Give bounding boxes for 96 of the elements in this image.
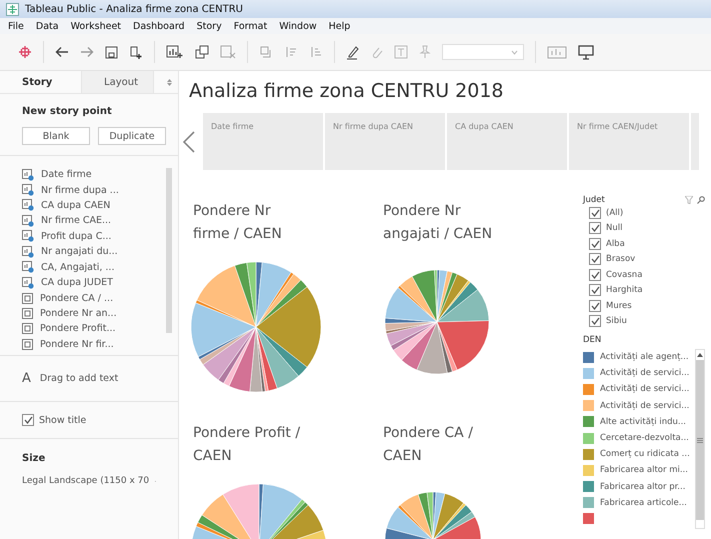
duplicate-icon[interactable] (195, 45, 209, 59)
checkbox[interactable] (589, 253, 601, 266)
story-point-button[interactable]: Blank (22, 127, 90, 145)
menu-item[interactable]: Help (328, 20, 350, 32)
checkbox[interactable] (589, 238, 601, 250)
checkbox-label: Harghita (606, 285, 643, 296)
filter-title: Judet (583, 195, 606, 205)
legend-label: Fabricarea altor mi... (600, 465, 688, 476)
dropdown-field[interactable] (442, 44, 524, 60)
story-point-button[interactable]: Duplicate (98, 127, 166, 145)
checkbox-label: Null (606, 223, 622, 234)
checkbox[interactable] (589, 268, 601, 281)
legend-label: Fabricarea altor pr... (600, 482, 686, 492)
tableau-logo-icon[interactable] (18, 45, 32, 59)
checkbox-label: Show title (39, 414, 86, 426)
chart-title: Pondere Nr firme / CAEN (193, 202, 283, 244)
sheet-item[interactable]: Pondere Nr fir... (22, 338, 166, 351)
story-title: Analiza firme zona CENTRU 2018 (189, 80, 504, 104)
sheet-item[interactable]: Pondere Profit... (22, 322, 166, 336)
checkbox[interactable] (589, 300, 601, 312)
panel-tab[interactable]: Layout (82, 71, 154, 93)
checkbox-label: Alba (606, 238, 625, 249)
add-data-source-icon[interactable] (129, 44, 143, 60)
menu-item[interactable]: Dashboard (133, 20, 185, 32)
grip-icon (697, 438, 703, 442)
dashboard-icon (22, 338, 33, 350)
sheet-item[interactable]: Nr firme dupa ... (22, 183, 166, 197)
scrollbar[interactable] (695, 349, 705, 529)
menu-item[interactable]: File (8, 20, 24, 32)
drag-text-label[interactable]: Drag to add text (40, 373, 118, 384)
worksheet-icon (22, 168, 34, 181)
save-icon[interactable] (105, 46, 118, 58)
menu-item[interactable]: Window (279, 20, 317, 32)
presentation-icon[interactable] (578, 44, 594, 60)
legend-label: Activități de servici... (600, 368, 690, 378)
worksheet-icon (22, 276, 34, 289)
checkbox[interactable] (589, 222, 601, 234)
scroll-up-icon[interactable] (697, 353, 703, 357)
worksheet-icon (22, 230, 34, 242)
sheet-item[interactable]: Pondere CA / ... (22, 292, 166, 305)
dashboard-icon (22, 308, 33, 319)
checkbox[interactable] (22, 414, 34, 426)
checkbox[interactable] (589, 284, 601, 296)
size-dropdown[interactable]: Legal Landscape (1150 x 70 (22, 476, 156, 486)
worksheet-icon (22, 261, 34, 274)
checkbox-label: Brasov (606, 254, 636, 264)
worksheet-icon (22, 199, 34, 212)
app-logo-icon (6, 2, 19, 16)
legend-label: Fabricarea articole... (600, 498, 687, 508)
worksheet-icon (22, 184, 34, 196)
legend-label: Activități de servici... (600, 400, 690, 411)
menu-item[interactable]: Data (36, 20, 59, 32)
back-arrow-icon[interactable] (55, 46, 69, 58)
checkbox-label: Sibiu (606, 316, 627, 326)
menu-item[interactable]: Story (196, 20, 222, 32)
checkbox[interactable] (589, 206, 601, 219)
sheet-item[interactable]: CA, Angajati, ... (22, 260, 166, 274)
window-title: Tableau Public - Analiza firme zona CENTRU (25, 4, 243, 14)
sheet-item[interactable]: CA dupa CAEN (22, 198, 166, 212)
legend-title: DEN (583, 335, 602, 347)
color-swatch (583, 513, 594, 524)
pen-icon[interactable] (346, 44, 360, 60)
caret-icon (511, 50, 518, 54)
sheet-item[interactable]: CA dupa JUDET (22, 276, 166, 290)
legend-label: Activități ale agenț... (600, 352, 689, 362)
new-worksheet-icon[interactable] (166, 45, 184, 59)
sheet-item[interactable]: Nr firme CAE... (22, 214, 166, 228)
chart-title: Pondere Profit / CAEN (193, 424, 302, 466)
dashboard-icon (22, 323, 33, 334)
chart-title: Pondere Nr angajati / CAEN (383, 202, 494, 244)
sheet-item[interactable]: Pondere Nr an... (22, 306, 166, 320)
checkbox-label: (All) (606, 208, 624, 218)
search-icon[interactable] (697, 196, 705, 204)
sheet-item[interactable]: Nr angajati du... (22, 245, 166, 258)
chart-title: Pondere CA / CAEN (383, 424, 474, 466)
legend-label: Alte activități indu... (600, 416, 686, 427)
legend-label: Comerț cu ridicata ... (600, 449, 690, 460)
legend-label: Cercetare-dezvolta... (600, 433, 689, 444)
section-heading: New story point (22, 106, 113, 117)
forward-arrow-icon[interactable] (80, 46, 94, 58)
menu-item[interactable]: Worksheet (70, 20, 122, 32)
text-object-icon: A (22, 372, 31, 385)
sheet-item[interactable]: Date firme (22, 168, 166, 182)
worksheet-icon (22, 214, 34, 227)
worksheet-icon (22, 246, 34, 258)
checkbox-label: Covasna (606, 270, 642, 280)
dashboard-icon (22, 292, 33, 304)
checkbox[interactable] (589, 315, 601, 328)
sheet-item[interactable]: Profit dupa C... (22, 230, 166, 243)
scroll-arrows-icon[interactable] (167, 78, 172, 86)
legend-label: Activități de servici... (600, 384, 690, 394)
menu-item[interactable]: Format (234, 20, 268, 32)
paperclip-icon[interactable] (371, 45, 383, 59)
checkbox-label: Mures (606, 300, 632, 311)
section-heading: Size (22, 453, 46, 464)
scrollbar[interactable] (166, 168, 172, 333)
